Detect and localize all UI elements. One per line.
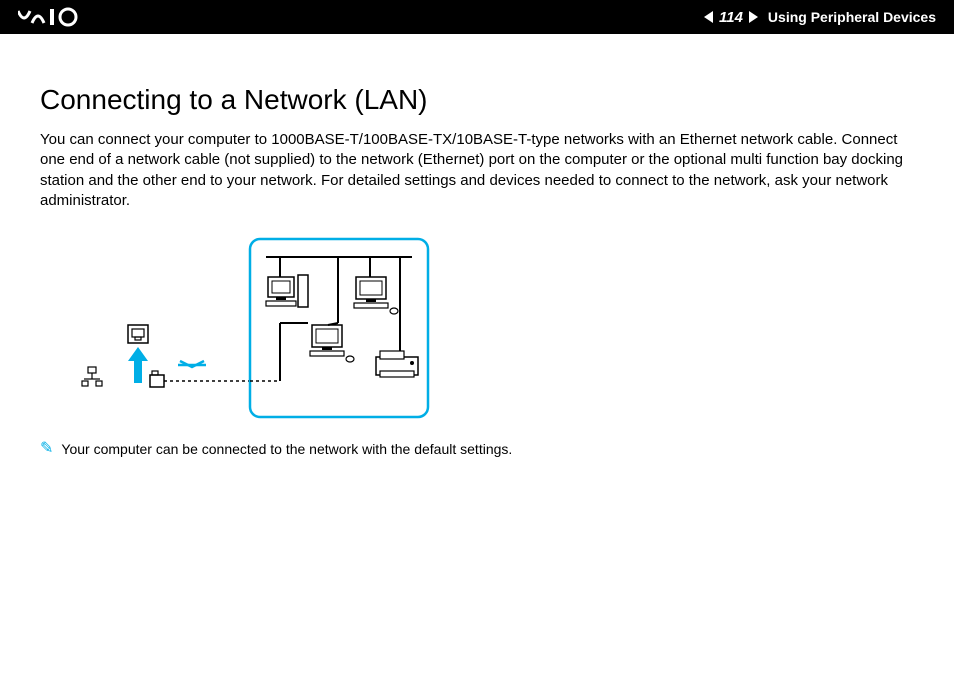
- section-label: Using Peripheral Devices: [768, 9, 936, 25]
- page-number: 114: [719, 9, 743, 26]
- header-bar: 114 Using Peripheral Devices: [0, 0, 954, 34]
- page-navigation: 114: [704, 9, 758, 26]
- note-block: ✎ Your computer can be connected to the …: [40, 441, 914, 457]
- lan-diagram: [80, 233, 914, 423]
- note-text: Your computer can be connected to the ne…: [61, 441, 512, 457]
- prev-page-icon[interactable]: [704, 11, 713, 23]
- body-text: You can connect your computer to 1000BAS…: [40, 130, 910, 211]
- desktop-computer-icon: [266, 275, 308, 307]
- printer-icon: [376, 351, 418, 377]
- arrow-up-icon: [128, 347, 148, 383]
- note-pencil-icon: ✎: [40, 441, 53, 457]
- desktop-computer-icon-2: [354, 277, 398, 314]
- open-connector-icon: [178, 361, 206, 367]
- vaio-logo-svg: [18, 7, 110, 27]
- header-right: 114 Using Peripheral Devices: [704, 9, 936, 26]
- lan-symbol-icon: [82, 367, 102, 386]
- ethernet-port-icon: [128, 325, 148, 343]
- cable-plug-icon: [150, 371, 164, 387]
- desktop-computer-icon-3: [310, 323, 354, 362]
- vaio-logo: [18, 7, 110, 27]
- content-area: Connecting to a Network (LAN) You can co…: [0, 34, 954, 457]
- next-page-icon[interactable]: [749, 11, 758, 23]
- page-title: Connecting to a Network (LAN): [40, 84, 914, 116]
- manual-page: 114 Using Peripheral Devices Connecting …: [0, 0, 954, 674]
